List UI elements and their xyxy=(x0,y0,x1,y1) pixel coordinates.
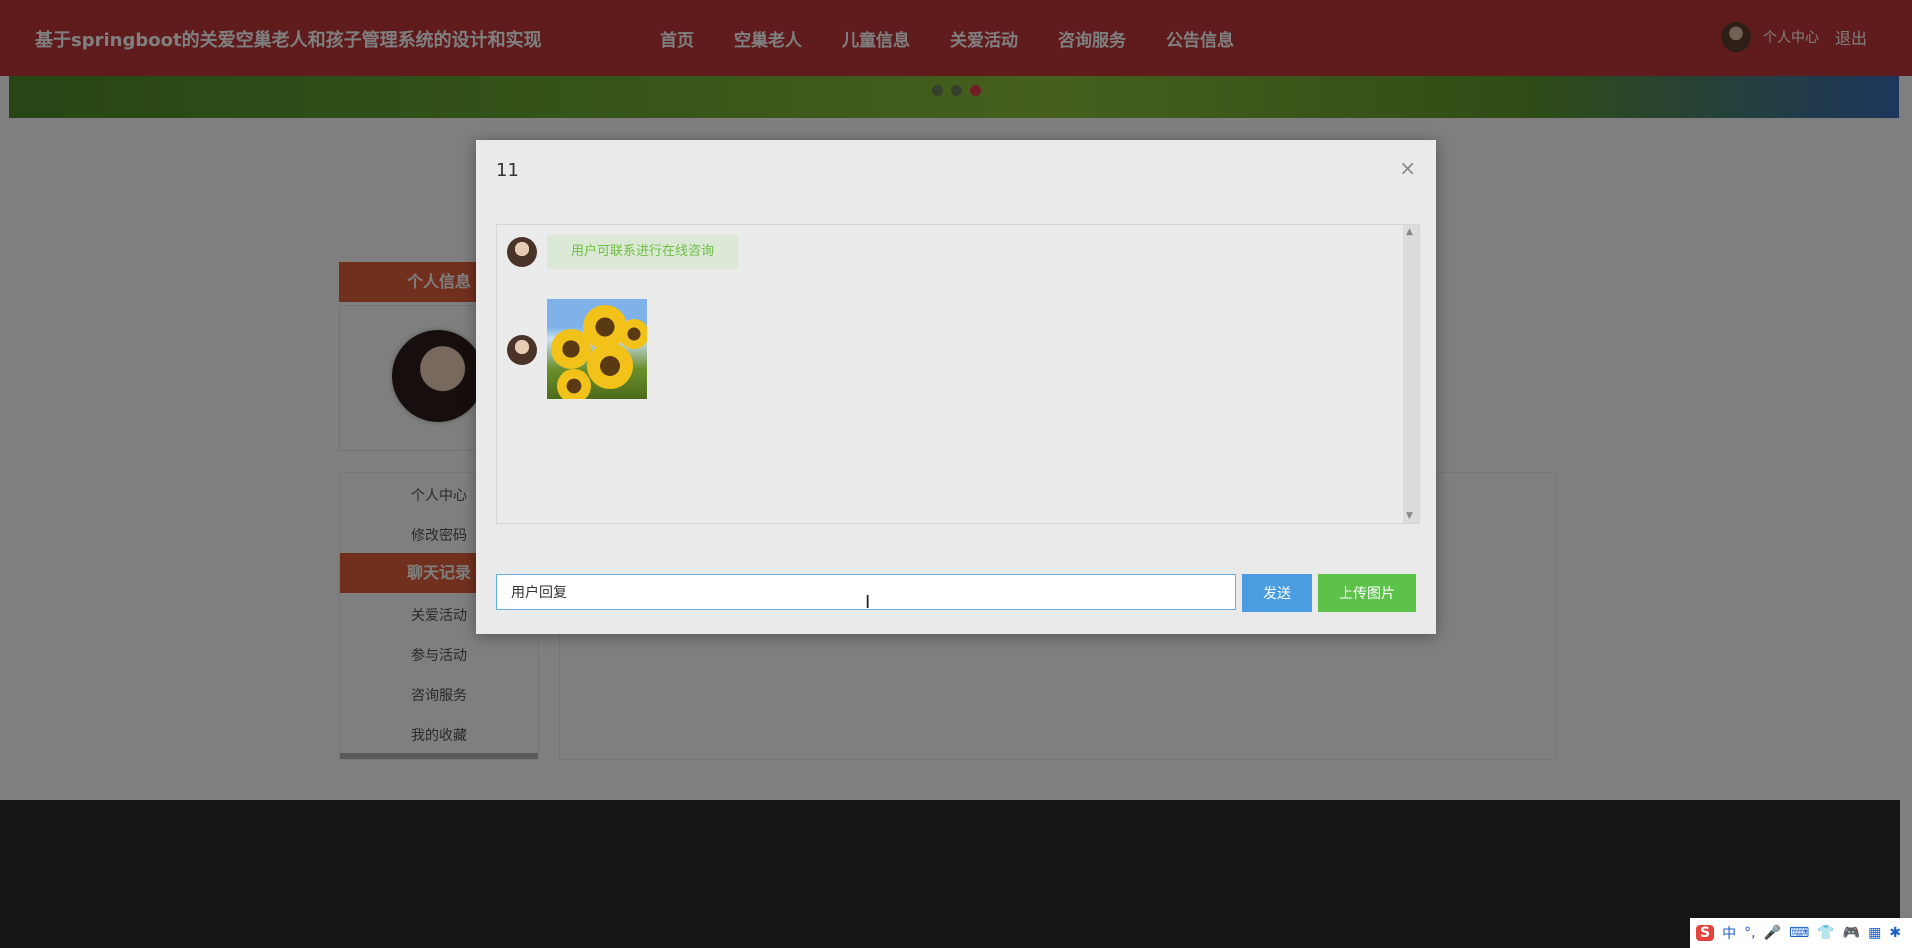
skin-icon[interactable]: 👕 xyxy=(1817,925,1834,941)
chat-history[interactable]: 用户可联系进行在线咨询 ▲ ▼ xyxy=(496,224,1420,524)
close-icon[interactable]: × xyxy=(1399,156,1416,180)
grid-icon[interactable]: ▦ xyxy=(1868,925,1881,941)
chat-image-sunflowers[interactable] xyxy=(547,299,647,399)
chat-modal: 11 × 用户可联系进行在线咨询 ▲ ▼ 发送 上传图片 xyxy=(476,140,1436,634)
ime-toolbar: S 中 °, 🎤 ⌨ 👕 🎮 ▦ ✱ xyxy=(1690,918,1912,948)
chat-message-bubble: 用户可联系进行在线咨询 xyxy=(547,235,739,269)
settings-icon[interactable]: ✱ xyxy=(1889,925,1901,941)
sunflower-shape xyxy=(551,329,591,369)
ime-punctuation-icon[interactable]: °, xyxy=(1744,925,1755,941)
modal-title: 11 xyxy=(496,160,519,181)
sunflower-shape xyxy=(557,369,591,399)
message-avatar xyxy=(507,335,537,365)
microphone-icon[interactable]: 🎤 xyxy=(1764,925,1781,941)
scroll-down-icon[interactable]: ▼ xyxy=(1406,511,1413,521)
sunflower-shape xyxy=(587,343,633,389)
sogou-logo-icon[interactable]: S xyxy=(1696,925,1715,941)
game-icon[interactable]: 🎮 xyxy=(1843,925,1860,941)
ime-chinese-mode[interactable]: 中 xyxy=(1722,923,1736,943)
sunflower-shape xyxy=(619,319,647,349)
keyboard-icon[interactable]: ⌨ xyxy=(1789,925,1809,941)
message-avatar xyxy=(507,237,537,267)
chat-scrollbar[interactable]: ▲ ▼ xyxy=(1403,225,1419,523)
scroll-up-icon[interactable]: ▲ xyxy=(1406,227,1413,237)
text-cursor-icon: I xyxy=(865,592,871,613)
send-button[interactable]: 发送 xyxy=(1242,574,1312,612)
upload-image-button[interactable]: 上传图片 xyxy=(1318,574,1416,612)
